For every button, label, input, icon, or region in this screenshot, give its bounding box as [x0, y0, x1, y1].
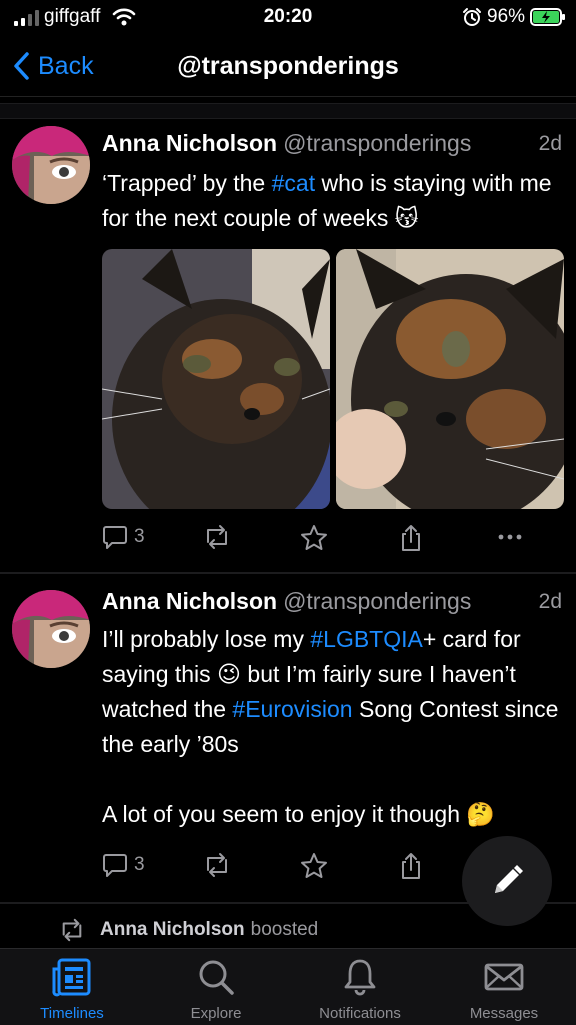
share-icon — [402, 525, 420, 551]
boost-label: boosted — [250, 919, 319, 940]
tab-label: Notifications — [319, 1005, 401, 1022]
reply-button[interactable]: 3 — [102, 524, 145, 550]
more-icon — [498, 534, 522, 540]
author-handle[interactable]: @transponderings — [283, 588, 471, 614]
hashtag-link[interactable]: #cat — [272, 170, 315, 196]
boost-icon — [207, 525, 227, 549]
divider — [0, 103, 576, 119]
timelines-icon — [52, 958, 91, 997]
cat-photo-2[interactable] — [336, 249, 564, 509]
tab-timelines[interactable]: Timelines — [0, 955, 144, 1022]
signal-icon — [14, 10, 39, 26]
post-text: ‘Trapped’ by the #cat who is staying wit… — [102, 166, 568, 236]
reply-icon — [103, 526, 127, 549]
star-icon — [301, 853, 327, 878]
text-segment: ‘Trapped’ by the — [102, 170, 272, 196]
alarm-icon — [463, 8, 481, 26]
tab-label: Explore — [190, 1005, 242, 1022]
post-age: 2d — [538, 132, 562, 155]
boost-button[interactable] — [202, 852, 232, 878]
boost-indicator: Anna Nicholson boosted — [58, 918, 318, 942]
boost-icon — [207, 853, 227, 877]
avatar[interactable] — [12, 126, 90, 204]
cat-photo-1[interactable] — [102, 249, 330, 509]
reply-button[interactable]: 3 — [102, 852, 145, 878]
battery-percentage: 96% — [487, 6, 526, 27]
back-label: Back — [38, 51, 94, 80]
battery-icon — [530, 8, 565, 26]
tab-bar: Timelines Explore Notifications Messages — [0, 948, 576, 1025]
envelope-icon — [484, 963, 524, 991]
share-icon — [402, 853, 420, 879]
avatar[interactable] — [12, 590, 90, 668]
tab-messages[interactable]: Messages — [432, 955, 576, 1022]
back-button[interactable]: Back — [12, 50, 94, 82]
author-line: Anna Nicholson @transponderings — [102, 130, 471, 157]
more-button[interactable] — [496, 524, 524, 550]
wifi-icon — [112, 8, 136, 26]
tab-notifications[interactable]: Notifications — [288, 955, 432, 1022]
favourite-button[interactable] — [300, 524, 328, 552]
boost-button[interactable] — [202, 524, 232, 550]
navigation-bar: Back @transponderings — [0, 36, 576, 97]
boost-icon — [62, 918, 82, 942]
post-text: I’ll probably lose my #LGBTQIA+ card for… — [102, 622, 568, 832]
media-gallery — [102, 249, 564, 509]
favourite-button[interactable] — [300, 852, 328, 880]
chevron-left-icon — [14, 52, 29, 80]
bell-icon — [344, 959, 376, 996]
compose-button[interactable] — [462, 836, 552, 926]
star-icon — [301, 525, 327, 550]
search-icon — [199, 960, 234, 995]
reply-icon — [103, 854, 127, 877]
tab-explore[interactable]: Explore — [144, 955, 288, 1022]
text-paragraph: A lot of you seem to enjoy it though 🤔 — [102, 801, 496, 827]
tab-label: Messages — [469, 1005, 539, 1022]
carrier-name: giffgaff — [44, 6, 101, 27]
status-bar: giffgaff 20:20 96% — [0, 0, 576, 34]
post-actions: 3 — [102, 524, 532, 558]
booster-name[interactable]: Anna Nicholson — [100, 919, 245, 941]
author-name[interactable]: Anna Nicholson — [102, 588, 277, 614]
author-handle[interactable]: @transponderings — [283, 130, 471, 156]
hashtag-link[interactable]: #LGBTQIA — [310, 626, 422, 652]
share-button[interactable] — [399, 524, 423, 552]
hashtag-link[interactable]: #Eurovision — [232, 696, 352, 722]
author-name[interactable]: Anna Nicholson — [102, 130, 277, 156]
text-segment: I’ll probably lose my — [102, 626, 311, 652]
pencil-icon — [495, 865, 523, 893]
reply-count: 3 — [134, 854, 145, 875]
share-button[interactable] — [399, 852, 423, 880]
divider — [0, 572, 576, 574]
reply-count: 3 — [134, 526, 145, 547]
post-age: 2d — [538, 590, 562, 613]
tab-label: Timelines — [40, 1005, 104, 1022]
author-line: Anna Nicholson @transponderings — [102, 588, 471, 615]
